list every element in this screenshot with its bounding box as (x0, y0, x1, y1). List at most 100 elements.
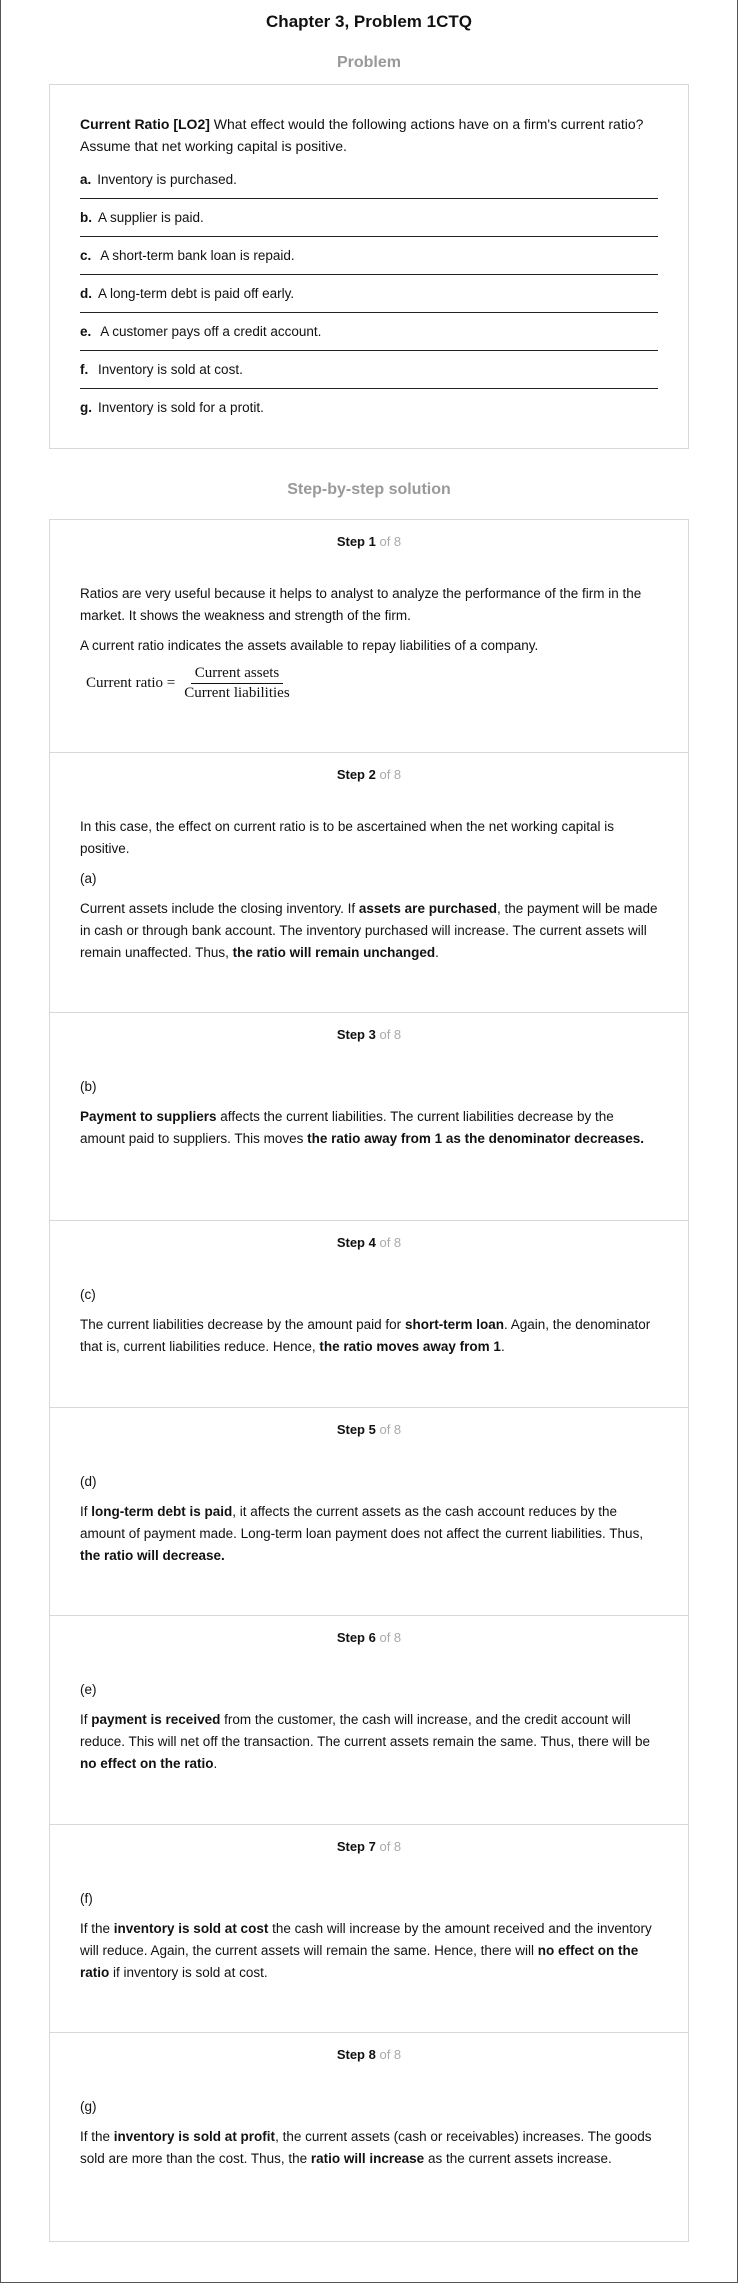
step-paragraph: Payment to suppliers affects the current… (80, 1106, 658, 1150)
part-label: (a) (80, 871, 97, 886)
step-count: of 8 (379, 1235, 402, 1250)
step-paragraph: If payment is received from the customer… (80, 1709, 658, 1775)
text-run: if inventory is sold at cost. (109, 1965, 268, 1980)
formula-fraction: Current assets Current liabilities (180, 665, 293, 702)
option-g: g. Inventory is sold for a protit. (80, 389, 658, 426)
option-letter: e. (80, 324, 92, 339)
formula-denominator: Current liabilities (184, 685, 290, 701)
problem-card: Current Ratio [LO2] What effect would th… (49, 84, 689, 449)
text-run: . (435, 945, 439, 960)
solution-steps-card: Step 1 of 8 Ratios are very useful becau… (49, 519, 689, 2242)
step-paragraph: The current liabilities decrease by the … (80, 1314, 658, 1358)
option-letter: b. (80, 210, 92, 225)
text-run: If (80, 1712, 92, 1727)
step-paragraph: If the inventory is sold at profit, the … (80, 2126, 658, 2170)
emphasis-text: the ratio will remain unchanged (232, 945, 436, 960)
option-b: b. A supplier is paid. (80, 199, 658, 237)
problem-statement: Current Ratio [LO2] What effect would th… (80, 113, 658, 157)
option-text: A supplier is paid. (98, 210, 204, 225)
emphasis-text: ratio will increase (310, 2151, 425, 2166)
part-label: (b) (80, 1079, 97, 1094)
step-label: Step 2 (336, 767, 376, 782)
text-run: . (500, 1339, 505, 1354)
step-title: Step 5 of 8 (80, 1422, 658, 1437)
step-label: Step 4 (336, 1235, 376, 1250)
text-run: Current assets include the closing inven… (80, 901, 359, 916)
formula-lhs: Current ratio = (86, 675, 176, 691)
emphasis-text: long-term debt is paid (91, 1504, 233, 1519)
text-run: The current liabilities decrease by the … (80, 1317, 405, 1332)
option-text: A short-term bank loan is repaid. (97, 248, 295, 263)
option-text: Inventory is purchased. (97, 172, 237, 187)
part-label: (c) (80, 1287, 96, 1302)
step-title: Step 6 of 8 (80, 1630, 658, 1645)
emphasis-text: short-term loan (404, 1317, 504, 1332)
option-f: f. Inventory is sold at cost. (80, 351, 658, 389)
emphasis-text: Payment to suppliers (80, 1109, 217, 1124)
step-4: Step 4 of 8 (c) The current liabilities … (50, 1221, 688, 1408)
step-paragraph: Ratios are very useful because it helps … (80, 586, 642, 623)
step-title: Step 4 of 8 (80, 1235, 658, 1250)
step-label: Step 7 (336, 1839, 376, 1854)
step-count: of 8 (379, 1839, 402, 1854)
step-label: Step 8 (336, 2047, 376, 2062)
option-letter: c. (80, 248, 92, 263)
problem-statement-title: Current Ratio [LO2] (80, 116, 210, 132)
step-count: of 8 (379, 534, 402, 549)
problem-options: a. Inventory is purchased. b. A supplier i… (80, 161, 658, 426)
step-count: of 8 (379, 1027, 402, 1042)
step-label: Step 3 (336, 1027, 376, 1042)
option-e: e. A customer pays off a credit account. (80, 313, 658, 351)
step-8: Step 8 of 8 (g) If the inventory is sold… (50, 2033, 688, 2241)
step-count: of 8 (379, 767, 402, 782)
step-title: Step 1 of 8 (80, 534, 658, 549)
emphasis-text: the ratio moves away from 1 (319, 1339, 501, 1354)
current-ratio-formula: Current ratio = Current assets Current l… (86, 665, 658, 702)
step-title: Step 2 of 8 (80, 767, 658, 782)
step-label: Step 5 (336, 1422, 376, 1437)
emphasis-text: assets are purchased (358, 901, 497, 916)
problem-heading: Problem (336, 54, 401, 71)
emphasis-text: the ratio away from 1 as the denominator… (307, 1131, 644, 1146)
step-3: Step 3 of 8 (b) Payment to suppliers aff… (50, 1013, 688, 1221)
text-run: as the current assets increase. (424, 2151, 612, 2166)
text-run: . (213, 1756, 218, 1771)
option-letter: f. (80, 362, 89, 377)
step-count: of 8 (379, 1630, 402, 1645)
step-6: Step 6 of 8 (e) If payment is received f… (50, 1616, 688, 1825)
step-paragraph: A current ratio indicates the assets ava… (80, 638, 539, 653)
option-letter: a. (80, 172, 92, 187)
step-paragraph: If long-term debt is paid, it affects th… (80, 1501, 658, 1567)
emphasis-text: inventory is sold at profit (113, 2129, 276, 2144)
step-paragraph: If the inventory is sold at cost the cas… (80, 1918, 658, 1984)
step-count: of 8 (379, 1422, 402, 1437)
step-title: Step 7 of 8 (80, 1839, 658, 1854)
step-title: Step 8 of 8 (80, 2047, 658, 2062)
text-run: If (80, 1504, 92, 1519)
option-letter: d. (80, 286, 92, 301)
option-letter: g. (80, 400, 92, 415)
option-a: a. Inventory is purchased. (80, 161, 658, 199)
step-2: Step 2 of 8 In this case, the effect on … (50, 753, 688, 1013)
text-run: If the (80, 2129, 114, 2144)
part-label: (g) (80, 2099, 97, 2114)
emphasis-text: the ratio will decrease. (80, 1548, 225, 1563)
step-5: Step 5 of 8 (d) If long-term debt is pai… (50, 1408, 688, 1616)
part-label: (e) (80, 1682, 97, 1697)
step-label: Step 6 (336, 1630, 376, 1645)
step-1: Step 1 of 8 Ratios are very useful becau… (50, 520, 688, 753)
option-text: A customer pays off a credit account. (97, 324, 322, 339)
emphasis-text: payment is received (91, 1712, 221, 1727)
option-text: A long-term debt is paid off early. (98, 286, 295, 301)
step-title: Step 3 of 8 (80, 1027, 658, 1042)
solution-heading: Step-by-step solution (287, 481, 451, 498)
page-title: Chapter 3, Problem 1CTQ (266, 12, 472, 31)
part-label: (f) (80, 1891, 93, 1906)
step-7: Step 7 of 8 (f) If the inventory is sold… (50, 1825, 688, 2033)
emphasis-text: no effect on the ratio (80, 1756, 214, 1771)
part-label: (d) (80, 1474, 97, 1489)
text-run: If the (80, 1921, 114, 1936)
option-text: Inventory is sold at cost. (94, 362, 243, 377)
emphasis-text: inventory is sold at cost (113, 1921, 269, 1936)
step-paragraph: Current assets include the closing inven… (80, 898, 658, 964)
